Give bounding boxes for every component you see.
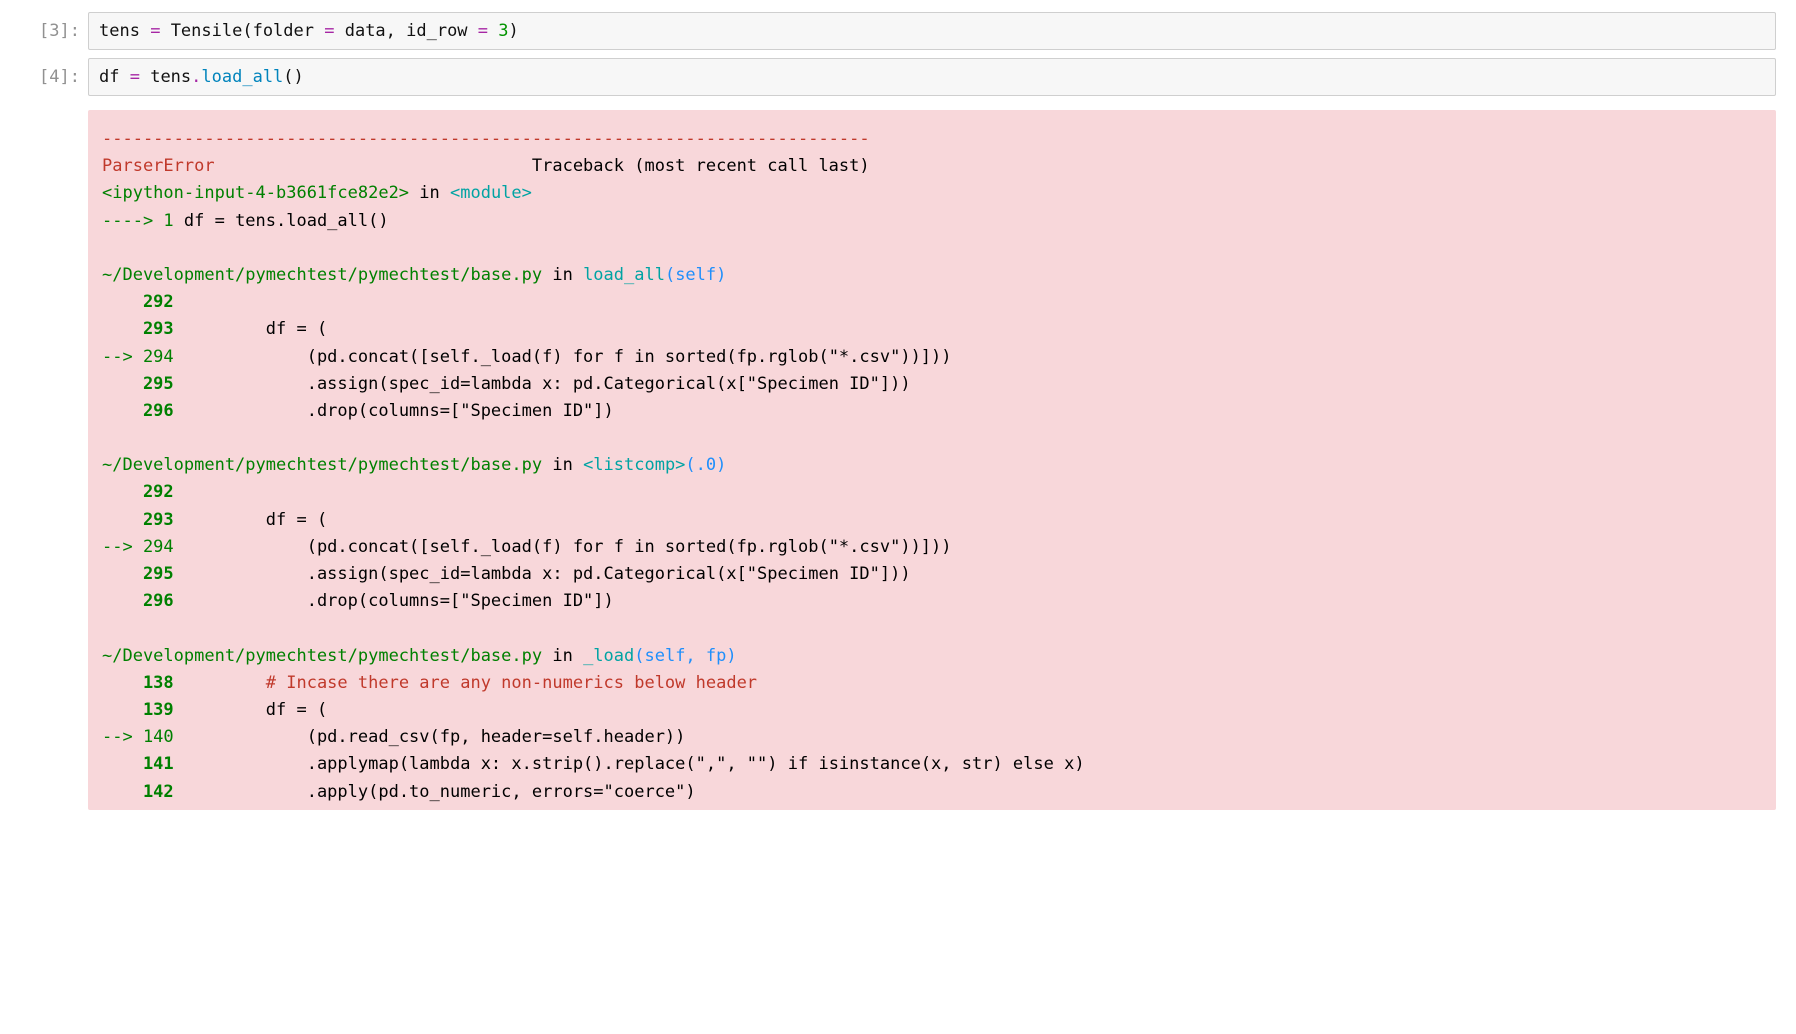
traceback-output: ----------------------------------------… xyxy=(88,110,1776,810)
code-line: df = tens.load_all() xyxy=(99,67,1765,87)
output-cell: ----------------------------------------… xyxy=(0,104,1776,810)
input-prompt: [3]: xyxy=(0,12,88,50)
code-input[interactable]: tens = Tensile(folder = data, id_row = 3… xyxy=(88,12,1776,50)
code-cell: [4]: df = tens.load_all() xyxy=(0,58,1776,96)
traceback-text: ----------------------------------------… xyxy=(102,126,1762,806)
output-prompt xyxy=(0,104,88,810)
code-cell: [3]: tens = Tensile(folder = data, id_ro… xyxy=(0,12,1776,50)
code-line: tens = Tensile(folder = data, id_row = 3… xyxy=(99,21,1765,41)
input-prompt: [4]: xyxy=(0,58,88,96)
code-input[interactable]: df = tens.load_all() xyxy=(88,58,1776,96)
